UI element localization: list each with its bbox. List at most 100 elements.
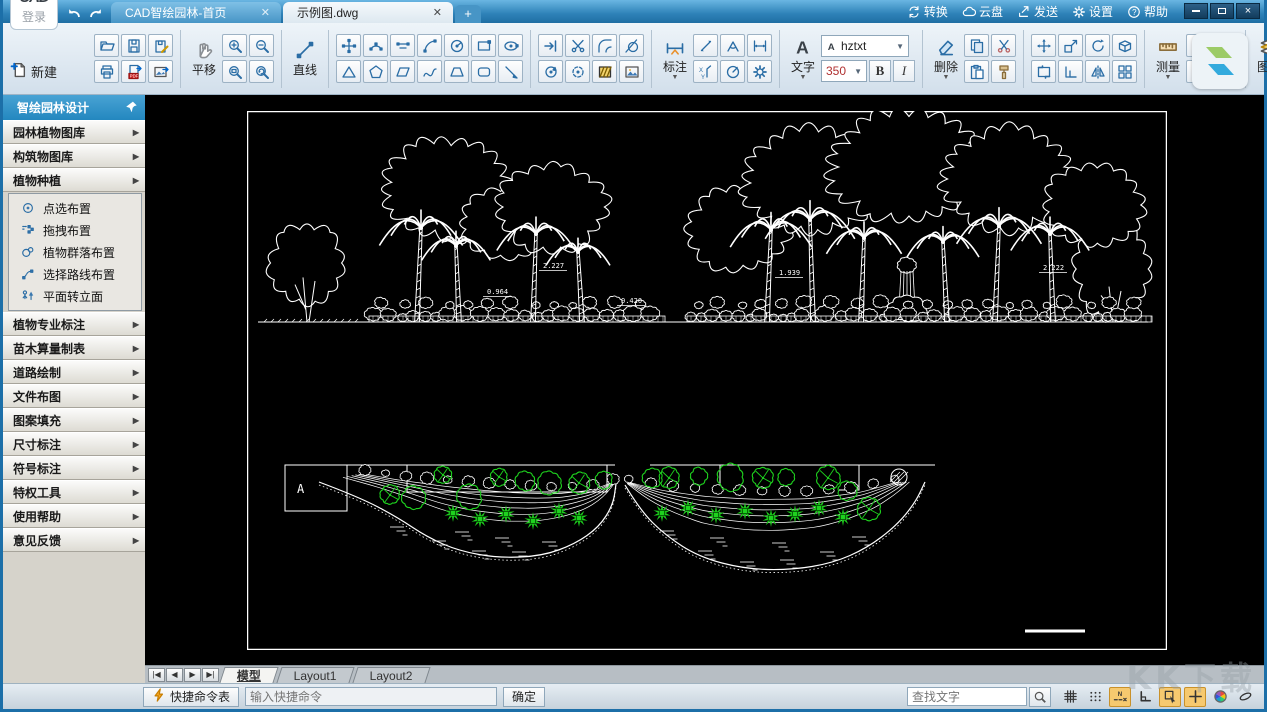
- sheet-tab-Layout2[interactable]: Layout2: [352, 667, 430, 683]
- format-painter-button[interactable]: [991, 60, 1016, 83]
- parallelogram-tool-button[interactable]: [390, 60, 415, 83]
- coord-dim-button[interactable]: XY: [693, 60, 718, 83]
- sidebar-item[interactable]: 道路绘制▶: [3, 360, 145, 384]
- layer-tool[interactable]: 图层▼: [1253, 37, 1267, 80]
- italic-button[interactable]: I: [893, 60, 915, 82]
- aligned-dim-button[interactable]: [693, 34, 718, 57]
- print-button[interactable]: [94, 60, 119, 83]
- dim-style-button[interactable]: [747, 60, 772, 83]
- ok-button[interactable]: 确定: [503, 687, 545, 707]
- sidebar-item[interactable]: 植物种植▶: [3, 168, 145, 192]
- sheet-nav-last-button[interactable]: ▶|: [202, 668, 219, 682]
- pan-tool[interactable]: 平移: [188, 40, 220, 78]
- ellipse-tool-button[interactable]: [498, 34, 523, 57]
- close-button[interactable]: ×: [1236, 3, 1260, 19]
- titlebar-action-help[interactable]: ?帮助: [1127, 3, 1168, 20]
- trapezoid-tool-button[interactable]: [444, 60, 469, 83]
- titlebar-action-gear[interactable]: 设置: [1072, 3, 1113, 20]
- submenu-item[interactable]: 选择路线布置: [9, 263, 141, 285]
- clip-rect-button[interactable]: [1031, 60, 1056, 83]
- back-icon[interactable]: [65, 5, 83, 21]
- shortcut-table-button[interactable]: 快捷命令表: [143, 687, 239, 707]
- toggle-ring[interactable]: [1234, 687, 1256, 707]
- new-file-button[interactable]: 新建: [10, 61, 57, 81]
- toggle-grid-lines[interactable]: [1059, 687, 1081, 707]
- save-as-button[interactable]: [148, 34, 173, 57]
- submenu-item[interactable]: 拖拽布置: [9, 219, 141, 241]
- text-tool[interactable]: A文字▼: [787, 37, 819, 80]
- radius-dim-button[interactable]: [720, 60, 745, 83]
- sidebar-item[interactable]: 特权工具▶: [3, 480, 145, 504]
- toggle-osnap[interactable]: [1159, 687, 1181, 707]
- tangent-circle-button[interactable]: [619, 34, 644, 57]
- extend-button[interactable]: [538, 34, 563, 57]
- maximize-button[interactable]: [1210, 3, 1234, 19]
- rotate-ref-button[interactable]: [538, 60, 563, 83]
- erase-tool[interactable]: 删除▼: [930, 37, 962, 80]
- parallel-line-button[interactable]: [390, 34, 415, 57]
- spline-tool-button[interactable]: [417, 60, 442, 83]
- search-text-input[interactable]: [907, 687, 1027, 706]
- search-icon[interactable]: [1029, 687, 1051, 707]
- zoom-previous-button[interactable]: [249, 60, 274, 83]
- arc-node-button[interactable]: [363, 34, 388, 57]
- line-tool[interactable]: 直线: [289, 40, 321, 78]
- zoom-out-button[interactable]: [249, 34, 274, 57]
- linear-dim-button[interactable]: [747, 34, 772, 57]
- rotate-3d-button[interactable]: [1112, 34, 1137, 57]
- open-button[interactable]: [94, 34, 119, 57]
- sidebar-item[interactable]: 园林植物图库▶: [3, 120, 145, 144]
- sheet-nav-first-button[interactable]: |◀: [148, 668, 165, 682]
- sheet-tab-模型[interactable]: 模型: [219, 667, 278, 683]
- mirror-button[interactable]: [1085, 60, 1110, 83]
- bold-button[interactable]: B: [869, 60, 891, 82]
- export-image-button[interactable]: [148, 60, 173, 83]
- sheet-tab-Layout1[interactable]: Layout1: [276, 667, 354, 683]
- offset-button[interactable]: [1058, 60, 1083, 83]
- insert-image-button[interactable]: [619, 60, 644, 83]
- hatch-button[interactable]: [592, 60, 617, 83]
- cut-button[interactable]: [991, 34, 1016, 57]
- toggle-color-wheel[interactable]: [1209, 687, 1231, 707]
- sidebar-item[interactable]: 意见反馈▶: [3, 528, 145, 552]
- tab-home-close-icon[interactable]: ✕: [258, 6, 273, 19]
- forward-icon[interactable]: [87, 5, 105, 21]
- export-pdf-button[interactable]: PDF: [121, 60, 146, 83]
- sidebar-item[interactable]: 苗木算量制表▶: [3, 336, 145, 360]
- drawing-area[interactable]: 2.2270.9640.4201.9392.222A: [145, 95, 1264, 665]
- submenu-item[interactable]: 点选布置: [9, 197, 141, 219]
- sidebar-item[interactable]: 植物专业标注▶: [3, 312, 145, 336]
- paste-button[interactable]: [964, 60, 989, 83]
- sheet-nav-next-button[interactable]: ▶: [184, 668, 201, 682]
- titlebar-action-send[interactable]: 发送: [1017, 3, 1058, 20]
- scale-button[interactable]: [1058, 34, 1083, 57]
- arc-tool-button[interactable]: [417, 34, 442, 57]
- tab-drawing[interactable]: 示例图.dwg ✕: [283, 2, 453, 23]
- fillet-button[interactable]: [592, 34, 617, 57]
- rect-tool-button[interactable]: [471, 34, 496, 57]
- sidebar-item[interactable]: 构筑物图库▶: [3, 144, 145, 168]
- tab-home[interactable]: CAD智绘园林-首页 ✕: [111, 2, 281, 23]
- triangle-tool-button[interactable]: [336, 60, 361, 83]
- sidebar-item[interactable]: 符号标注▶: [3, 456, 145, 480]
- node-line-button[interactable]: [336, 34, 361, 57]
- toggle-ortho[interactable]: [1134, 687, 1156, 707]
- sidebar-item[interactable]: 尺寸标注▶: [3, 432, 145, 456]
- submenu-item[interactable]: 植物群落布置: [9, 241, 141, 263]
- font-select[interactable]: Ahztxt▼: [821, 35, 909, 57]
- break-circle-button[interactable]: [565, 60, 590, 83]
- pin-icon[interactable]: [126, 101, 137, 115]
- toggle-crosshair[interactable]: [1184, 687, 1206, 707]
- titlebar-action-cloud[interactable]: 云盘: [962, 3, 1003, 20]
- minimize-button[interactable]: [1184, 3, 1208, 19]
- rounded-rect-tool-button[interactable]: [471, 60, 496, 83]
- measure-tool[interactable]: 测量▼: [1152, 37, 1184, 80]
- toggle-snap-n[interactable]: N: [1109, 687, 1131, 707]
- move-button[interactable]: [1031, 34, 1056, 57]
- sidebar-item[interactable]: 图案填充▶: [3, 408, 145, 432]
- zoom-in-button[interactable]: [222, 34, 247, 57]
- titlebar-action-convert[interactable]: 转换: [907, 3, 948, 20]
- array-button[interactable]: [1112, 60, 1137, 83]
- drawing-canvas[interactable]: 2.2270.9640.4201.9392.222A: [247, 111, 1167, 650]
- dim-tool[interactable]: 标注▼: [659, 37, 691, 80]
